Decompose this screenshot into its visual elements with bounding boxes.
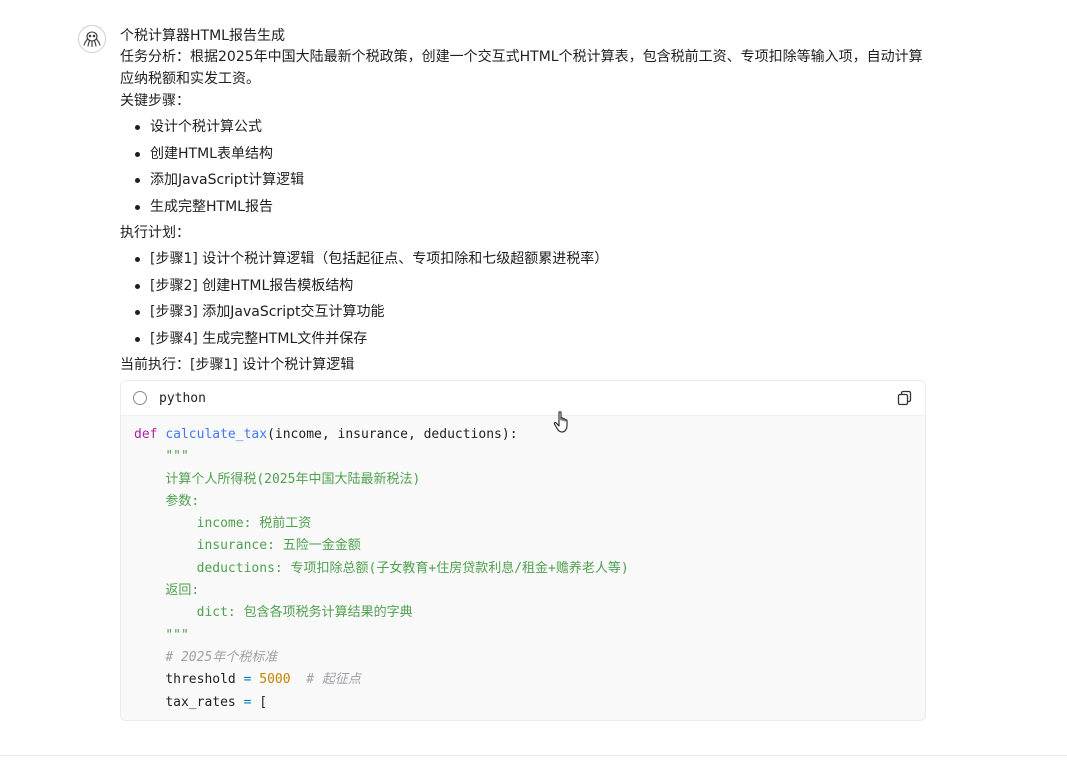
message-content: 个税计算器HTML报告生成 任务分析：根据2025年中国大陆最新个税政策，创建一… bbox=[120, 26, 930, 376]
list-item: [步骤1] 设计个税计算逻辑（包括起征点、专项扣除和七级超额累进税率） bbox=[120, 246, 930, 273]
list-item: [步骤4] 生成完整HTML文件并保存 bbox=[120, 326, 930, 353]
list-item: 添加JavaScript计算逻辑 bbox=[120, 167, 930, 194]
list-item: [步骤2] 创建HTML报告模板结构 bbox=[120, 273, 930, 300]
current-step: 当前执行：[步骤1] 设计个税计算逻辑 bbox=[120, 357, 355, 373]
code-operator: = bbox=[243, 672, 252, 688]
copy-icon[interactable] bbox=[897, 390, 913, 406]
code-comment: # 起征点 bbox=[306, 672, 361, 688]
code-docstring: deductions: 专项扣除总额(子女教育+住房贷款利息/租金+赡养老人等) bbox=[196, 560, 629, 576]
plan-label: 执行计划： bbox=[120, 225, 190, 241]
run-circle-icon[interactable] bbox=[133, 391, 147, 405]
code-operator: = bbox=[243, 694, 252, 710]
chat-page: 个税计算器HTML报告生成 任务分析：根据2025年中国大陆最新个税政策，创建一… bbox=[0, 0, 1067, 765]
code-variable: tax_rates bbox=[165, 694, 236, 710]
divider bbox=[0, 755, 1067, 756]
code-docstring: 计算个人所得税(2025年中国大陆最新税法) bbox=[165, 471, 421, 487]
code-docstring: """ bbox=[165, 627, 189, 643]
message-title: 个税计算器HTML报告生成 bbox=[120, 28, 285, 44]
list-item: 创建HTML表单结构 bbox=[120, 141, 930, 168]
code-language: python bbox=[159, 390, 206, 406]
code-variable: threshold bbox=[165, 672, 236, 688]
code-number: 5000 bbox=[259, 672, 291, 688]
code-block: python def calculate_tax(income, insuran… bbox=[120, 380, 926, 721]
list-item: 生成完整HTML报告 bbox=[120, 194, 930, 221]
code-docstring: insurance: 五险一金金额 bbox=[196, 538, 361, 554]
code-docstring: 返回: bbox=[165, 583, 200, 599]
code-bracket: [ bbox=[259, 694, 268, 710]
key-steps-list: 设计个税计算公式 创建HTML表单结构 添加JavaScript计算逻辑 生成完… bbox=[120, 114, 930, 220]
plan-list: [步骤1] 设计个税计算逻辑（包括起征点、专项扣除和七级超额累进税率） [步骤2… bbox=[120, 246, 930, 352]
code-docstring: 参数: bbox=[165, 493, 200, 509]
list-item: 设计个税计算公式 bbox=[120, 114, 930, 141]
code-function-name: calculate_tax bbox=[165, 427, 268, 442]
code-docstring: income: 税前工资 bbox=[196, 516, 312, 532]
code-docstring: dict: 包含各项税务计算结果的字典 bbox=[196, 605, 413, 621]
assistant-avatar bbox=[78, 25, 106, 53]
code-header: python bbox=[121, 381, 925, 416]
octopus-avatar-icon bbox=[83, 31, 101, 48]
code-keyword: def bbox=[134, 427, 158, 442]
code-function-args: (income, insurance, deductions): bbox=[267, 427, 518, 442]
task-analysis: 任务分析：根据2025年中国大陆最新个税政策，创建一个交互式HTML个税计算表，… bbox=[120, 49, 923, 87]
code-comment: # 2025年个税标准 bbox=[165, 649, 278, 665]
code-content: def calculate_tax(income, insurance, ded… bbox=[121, 416, 925, 714]
code-docstring: """ bbox=[165, 449, 189, 465]
key-steps-label: 关键步骤： bbox=[120, 93, 190, 109]
list-item: [步骤3] 添加JavaScript交互计算功能 bbox=[120, 299, 930, 326]
